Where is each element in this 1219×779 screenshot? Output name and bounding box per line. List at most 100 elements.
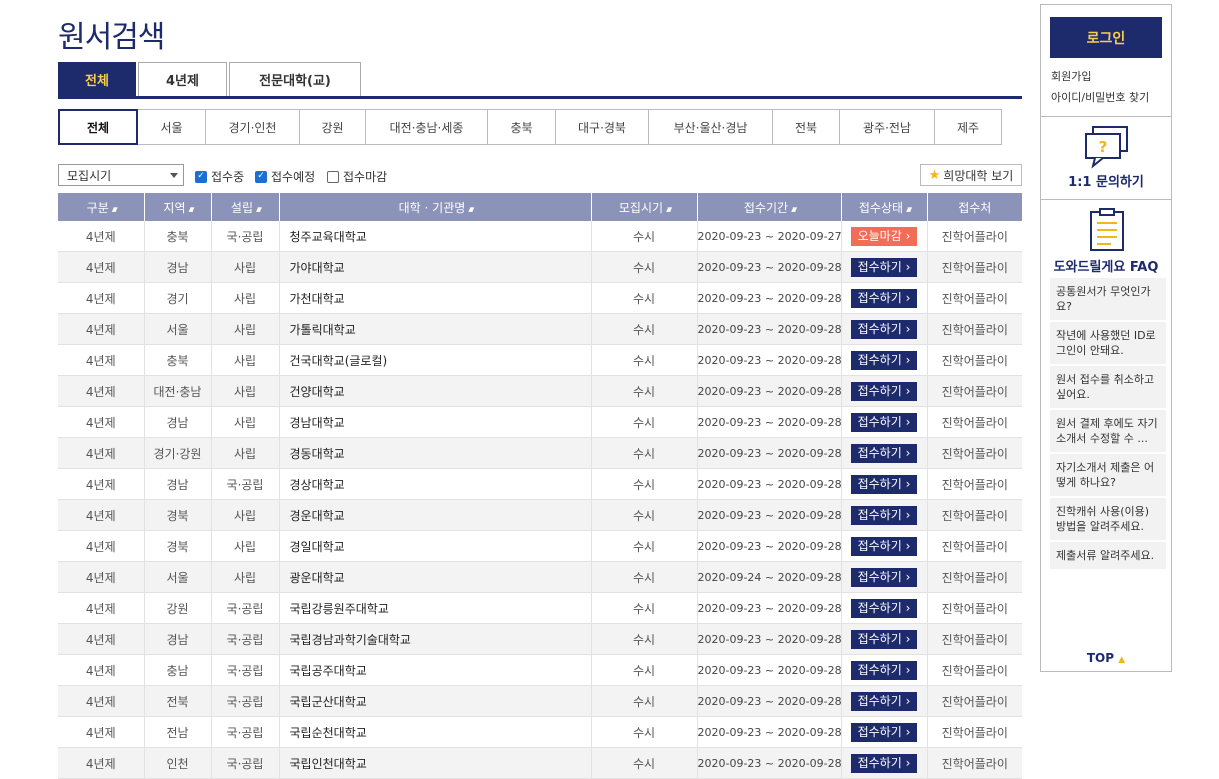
faq-item[interactable]: 원서 결제 후에도 자기소개서 수정할 수 ...	[1050, 410, 1166, 452]
status-cell: 접수하기 ›	[841, 716, 928, 748]
apply-button[interactable]: 접수하기 ›	[851, 691, 917, 711]
cell-est: 사립	[211, 251, 280, 283]
signup-link[interactable]: 회원가입	[1051, 68, 1091, 84]
cell-period: 수시	[591, 499, 698, 531]
table-row: 4년제 경남 사립 경남대학교 수시 2020-09-23 ~ 2020-09-28 접수하…	[58, 406, 1022, 438]
faq-item[interactable]: 작년에 사용했던 ID로그인이 안돼요.	[1050, 322, 1166, 364]
table-row: 4년제 충남 국·공립 국립공주대학교 수시 2020-09-23 ~ 2020-09-2…	[58, 654, 1022, 686]
faq-item[interactable]: 공통원서가 무엇인가요?	[1050, 278, 1166, 320]
chevron-right-icon: ›	[901, 569, 911, 584]
chevron-right-icon: ›	[901, 631, 911, 646]
region-jeju[interactable]: 제주	[934, 109, 1002, 145]
column-header[interactable]: 구분 ▴▾	[58, 193, 145, 221]
cell-region: 충남	[144, 654, 212, 686]
cell-region: 경남	[144, 468, 212, 500]
sort-icon: ▴▾	[906, 204, 912, 215]
region-gwangju-jeonnam[interactable]: 광주·전남	[839, 109, 935, 145]
top-button[interactable]: TOP ▲	[1041, 651, 1171, 665]
tab-all[interactable]: 전체	[58, 62, 136, 96]
apply-button[interactable]: 접수하기 ›	[851, 412, 917, 432]
category-tabs: 전체 4년제 전문대학(교)	[58, 62, 1022, 99]
region-gyeonggi-incheon[interactable]: 경기·인천	[205, 109, 300, 145]
cell-region: 경남	[144, 623, 212, 655]
apply-button[interactable]: 접수하기 ›	[851, 722, 917, 742]
apply-button[interactable]: 접수하기 ›	[851, 536, 917, 556]
cell-dates: 2020-09-23 ~ 2020-09-28	[697, 344, 842, 376]
faq-item[interactable]: 진학캐쉬 사용(이용) 방법을 알려주세요.	[1050, 498, 1166, 540]
checkbox-closed[interactable]: 접수마감	[327, 168, 387, 185]
apply-button[interactable]: 접수하기 ›	[851, 474, 917, 494]
find-account-link[interactable]: 아이디/비밀번호 찾기	[1051, 89, 1149, 105]
apply-button[interactable]: 접수하기 ›	[851, 288, 917, 308]
cell-agency: 진학어플라이	[927, 344, 1022, 376]
cell-type: 4년제	[58, 437, 145, 469]
closing-today-button[interactable]: 오늘마감 ›	[851, 226, 917, 246]
cell-period: 수시	[591, 747, 698, 779]
column-header[interactable]: 지역 ▴▾	[144, 193, 212, 221]
svg-text:?: ?	[1099, 138, 1108, 156]
chevron-right-icon: ›	[901, 290, 911, 305]
chevron-right-icon: ›	[901, 383, 911, 398]
tab-college[interactable]: 전문대학(교)	[229, 62, 361, 96]
column-header[interactable]: 모집시기 ▴▾	[591, 193, 698, 221]
apply-button[interactable]: 접수하기 ›	[851, 567, 917, 587]
period-select[interactable]: 모집시기	[58, 164, 184, 186]
region-busan-ulsan-gyeongnam[interactable]: 부산·울산·경남	[648, 109, 773, 145]
cell-agency: 진학어플라이	[927, 468, 1022, 500]
region-all[interactable]: 전체	[58, 109, 138, 145]
cell-region: 경북	[144, 499, 212, 531]
region-daegu-gyeongbuk[interactable]: 대구·경북	[555, 109, 649, 145]
apply-button[interactable]: 접수하기 ›	[851, 443, 917, 463]
column-header[interactable]: 대학 · 기관명 ▴▾	[279, 193, 592, 221]
status-cell: 접수하기 ›	[841, 344, 928, 376]
cell-region: 인천	[144, 747, 212, 779]
cell-agency: 진학어플라이	[927, 530, 1022, 562]
university-name: 건국대학교(글로컬)	[279, 344, 592, 376]
column-header[interactable]: 접수기간 ▴▾	[697, 193, 842, 221]
cell-period: 수시	[591, 530, 698, 562]
clipboard-list-icon	[1090, 208, 1124, 251]
apply-button[interactable]: 접수하기 ›	[851, 660, 917, 680]
qna-button[interactable]: ? 1:1 문의하기	[1041, 117, 1171, 200]
apply-button[interactable]: 접수하기 ›	[851, 598, 917, 618]
cell-type: 4년제	[58, 221, 145, 252]
status-cell: 접수하기 ›	[841, 468, 928, 500]
tab-4year[interactable]: 4년제	[138, 62, 227, 96]
column-header[interactable]: 접수상태 ▴▾	[841, 193, 928, 221]
apply-button[interactable]: 접수하기 ›	[851, 350, 917, 370]
cell-est: 사립	[211, 499, 280, 531]
region-jeonbuk[interactable]: 전북	[772, 109, 840, 145]
apply-button[interactable]: 접수하기 ›	[851, 629, 917, 649]
login-button[interactable]: 로그인	[1050, 17, 1162, 58]
region-daejeon-chungnam-sejong[interactable]: 대전·충남·세종	[365, 109, 488, 145]
apply-button[interactable]: 접수하기 ›	[851, 505, 917, 525]
table-row: 4년제 전북 국·공립 국립군산대학교 수시 2020-09-23 ~ 2020-09-2…	[58, 685, 1022, 717]
checkbox-receiving[interactable]: ✓ 접수중	[195, 168, 244, 185]
wish-university-button[interactable]: ★ 희망대학 보기	[920, 164, 1022, 186]
cell-region: 경남	[144, 406, 212, 438]
cell-agency: 진학어플라이	[927, 623, 1022, 655]
faq-item[interactable]: 자기소개서 제출은 어떻게 하나요?	[1050, 454, 1166, 496]
column-header[interactable]: 설립 ▴▾	[211, 193, 280, 221]
column-header: 접수처	[927, 193, 1022, 221]
cell-region: 서울	[144, 561, 212, 593]
faq-item[interactable]: 원서 접수를 취소하고 싶어요.	[1050, 366, 1166, 408]
region-chungbuk[interactable]: 충북	[487, 109, 556, 145]
cell-dates: 2020-09-23 ~ 2020-09-28	[697, 313, 842, 345]
apply-button[interactable]: 접수하기 ›	[851, 319, 917, 339]
region-seoul[interactable]: 서울	[137, 109, 206, 145]
faq-item[interactable]: 제출서류 알려주세요.	[1050, 542, 1166, 569]
cell-period: 수시	[591, 221, 698, 252]
cell-period: 수시	[591, 344, 698, 376]
cell-dates: 2020-09-23 ~ 2020-09-28	[697, 623, 842, 655]
chevron-right-icon: ›	[901, 724, 911, 739]
apply-button[interactable]: 접수하기 ›	[851, 753, 917, 773]
apply-button[interactable]: 접수하기 ›	[851, 381, 917, 401]
cell-period: 수시	[591, 251, 698, 283]
apply-button[interactable]: 접수하기 ›	[851, 257, 917, 277]
checkbox-upcoming[interactable]: ✓ 접수예정	[255, 168, 315, 185]
region-filter: 전체 서울 경기·인천 강원 대전·충남·세종 충북 대구·경북 부산·울산·경…	[58, 109, 1002, 145]
region-gangwon[interactable]: 강원	[299, 109, 366, 145]
cell-dates: 2020-09-23 ~ 2020-09-28	[697, 747, 842, 779]
cell-region: 경기·강원	[144, 437, 212, 469]
